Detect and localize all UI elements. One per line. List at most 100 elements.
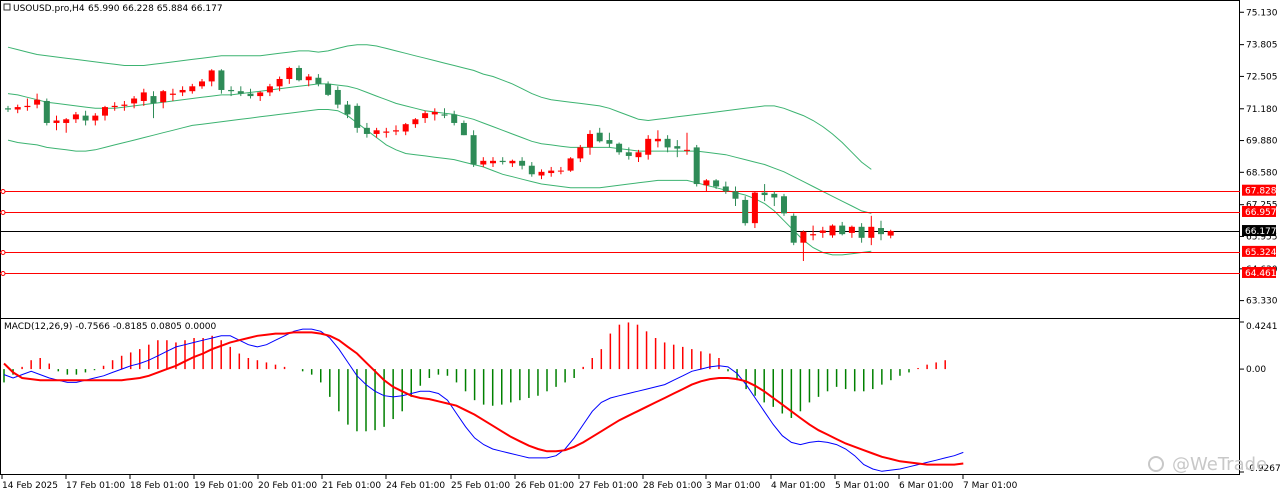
candle-body: [315, 77, 322, 84]
price-tag-label: 64.461: [1245, 269, 1277, 279]
time-tick-label: 3 Mar 01:00: [706, 481, 761, 491]
candle-body: [276, 78, 283, 87]
candle-body: [305, 76, 312, 81]
time-tick-label: 4 Mar 01:00: [771, 481, 826, 491]
candle-body: [742, 199, 749, 224]
band-lower-line: [7, 109, 872, 256]
candle-body: [150, 96, 157, 104]
macd-indicator: [3, 322, 964, 472]
horizontal-levels[interactable]: [0, 189, 1240, 276]
band-upper-line: [7, 44, 872, 170]
candle-body: [422, 113, 429, 119]
candle-body: [296, 67, 302, 81]
candle-body: [538, 171, 545, 176]
candle-body: [82, 115, 89, 121]
time-tick-label: 7 Mar 01:00: [963, 481, 1018, 491]
time-tick-label: 18 Feb 01:00: [130, 481, 189, 491]
candle-body: [431, 111, 438, 115]
candle-body: [587, 133, 593, 148]
price-tag-label: 66.957: [1245, 208, 1277, 218]
candle-body: [703, 180, 710, 186]
candle-body: [140, 92, 147, 101]
candle-body: [858, 226, 865, 238]
candle-body: [732, 191, 739, 199]
time-tick-label: 17 Feb 01:00: [66, 481, 125, 491]
candle-body: [412, 119, 419, 125]
price-tag-label: 66.177: [1245, 227, 1277, 237]
candle-body: [102, 107, 108, 116]
candle-body: [344, 104, 351, 115]
candle-body: [548, 170, 555, 174]
time-tick-label: 19 Feb 01:00: [194, 481, 253, 491]
candle-body: [674, 146, 681, 149]
candle-body: [887, 230, 894, 236]
candle-body: [654, 138, 661, 142]
price-pane-frame: [0, 0, 1240, 319]
time-tick-label: 21 Feb 01:00: [322, 481, 381, 491]
chart-window[interactable]: 75.130 73.805 72.505 71.180 69.880 68.580 67.2…: [0, 0, 1280, 493]
candle-body: [490, 160, 496, 164]
price-tick-label: 75.130: [1246, 8, 1278, 18]
candle-body: [53, 120, 60, 123]
chart-canvas[interactable]: 75.13073.80572.50571.18069.88068.58067.2…: [0, 0, 1280, 493]
candle-body: [722, 186, 729, 192]
candle-body: [868, 226, 875, 238]
candle-body: [499, 160, 506, 163]
time-tick-label: 25 Feb 01:00: [451, 481, 510, 491]
candle-body: [800, 231, 807, 243]
candle-body: [286, 67, 293, 79]
candle-body: [596, 132, 603, 142]
candle-body: [43, 100, 50, 123]
candle-body: [528, 165, 535, 175]
level-handle[interactable]: [0, 189, 6, 194]
candle-body: [810, 234, 817, 236]
candle-body: [383, 131, 390, 133]
candle-body: [693, 147, 700, 185]
candle-body: [218, 70, 225, 90]
candle-body: [257, 92, 264, 97]
macd-tick-label: 0.00: [1246, 365, 1266, 375]
level-handle[interactable]: [0, 210, 6, 215]
candle-body: [5, 108, 11, 110]
candle-body: [761, 192, 768, 196]
candle-body: [645, 138, 652, 155]
time-tick-label: 14 Feb 2025: [2, 481, 58, 491]
candle-body: [189, 86, 196, 92]
candle-body: [402, 124, 409, 132]
time-tick-label: 28 Feb 01:00: [643, 481, 702, 491]
candle-body: [34, 99, 41, 105]
price-tick-label: 72.505: [1246, 72, 1278, 82]
time-tick-label: 26 Feb 01:00: [515, 481, 574, 491]
candle-body: [819, 230, 826, 233]
candle-body: [460, 122, 467, 136]
symbol-label: USOUSD.pro,H4: [13, 4, 85, 14]
candle-body: [606, 140, 613, 144]
candle-body: [664, 138, 671, 148]
watermark-text: @WeTrade: [1172, 454, 1267, 475]
candle-body: [625, 152, 632, 156]
candle-body: [781, 196, 787, 214]
candle-body: [713, 180, 720, 187]
price-axis[interactable]: 75.13073.80572.50571.18069.88068.58067.2…: [1240, 8, 1280, 474]
candle-body: [325, 83, 332, 95]
candle-body: [72, 114, 79, 120]
candle-body: [771, 193, 778, 198]
bollinger-bands: [7, 44, 872, 256]
candle-body: [441, 114, 448, 116]
candle-body: [790, 215, 797, 243]
time-axis[interactable]: 14 Feb 2025 17 Feb 01:00 18 Feb 01:00 19 Fe…: [1, 475, 1018, 491]
candle-body: [519, 160, 526, 166]
candle-body: [557, 170, 564, 172]
candle-body: [878, 228, 884, 235]
time-tick-label: 24 Feb 01:00: [386, 481, 445, 491]
candle-body: [160, 91, 167, 103]
candle-body: [92, 115, 99, 121]
symbol-menu-icon[interactable]: [3, 3, 11, 11]
time-tick-label: 27 Feb 01:00: [579, 481, 638, 491]
level-handle[interactable]: [0, 271, 6, 276]
price-tick-label: 63.330: [1246, 297, 1278, 307]
candle-body: [480, 160, 487, 165]
candle-body: [363, 127, 370, 134]
candle-body: [247, 93, 254, 97]
level-handle[interactable]: [0, 250, 6, 255]
